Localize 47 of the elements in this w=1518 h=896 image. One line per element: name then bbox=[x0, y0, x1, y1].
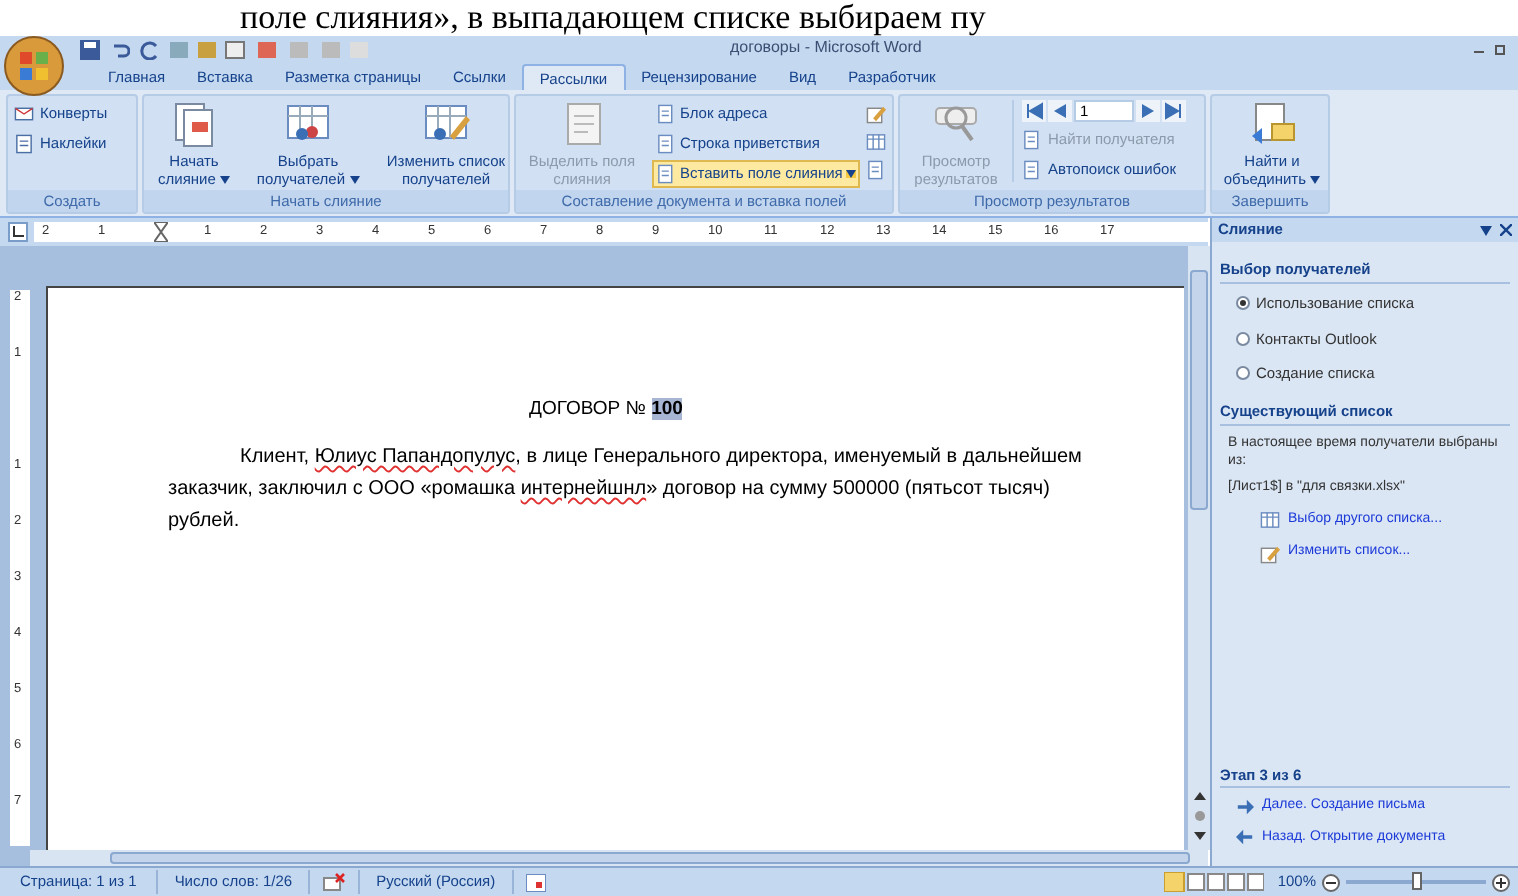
last-record-icon[interactable] bbox=[1162, 100, 1186, 122]
pane-menu-icon[interactable] bbox=[1480, 225, 1492, 235]
zoom-out-icon[interactable] bbox=[1322, 873, 1340, 891]
restore-icon[interactable] bbox=[1494, 42, 1508, 56]
caption-text: поле слияния», в выпадающем списке выбираем пу bbox=[240, 0, 986, 36]
envelope-icon bbox=[14, 104, 34, 124]
office-button[interactable] bbox=[4, 36, 64, 96]
document-small-icon bbox=[656, 134, 676, 154]
scrollbar-thumb[interactable] bbox=[1190, 270, 1208, 510]
view-buttons-icon[interactable] bbox=[1163, 872, 1264, 892]
office-logo-icon bbox=[18, 50, 50, 82]
vertical-scrollbar[interactable] bbox=[1188, 246, 1210, 850]
next-record-icon[interactable] bbox=[1136, 100, 1160, 122]
left-arrow-icon bbox=[1236, 828, 1254, 847]
scrollbar-thumb[interactable] bbox=[110, 852, 1190, 864]
radio-button[interactable] bbox=[1236, 331, 1250, 346]
zoom-in-icon[interactable] bbox=[1492, 873, 1510, 891]
undo-icon[interactable] bbox=[110, 40, 130, 60]
next-page-icon[interactable] bbox=[1193, 830, 1205, 842]
tab-selector-icon[interactable] bbox=[8, 222, 28, 242]
radio-button[interactable] bbox=[1236, 296, 1250, 311]
toolbar-icons-drawing[interactable] bbox=[170, 40, 370, 60]
label-sheet-icon bbox=[14, 134, 34, 154]
close-icon[interactable] bbox=[1500, 224, 1512, 236]
indent-marker-icon[interactable] bbox=[154, 222, 168, 242]
first-record-icon[interactable] bbox=[1022, 100, 1046, 122]
save-icon[interactable] bbox=[80, 40, 100, 60]
check-document-icon bbox=[1022, 159, 1042, 179]
document-paragraph: Клиент, Юлиус Папандопулус, в лице Генерального директора, именуемый в дальнейшем заказчик, заключил с ООО «ромашка интернейшнл» договор на сумму 500000 (пятьсот тысяч) рублей. bbox=[168, 444, 1084, 536]
radio-button[interactable] bbox=[1236, 365, 1250, 380]
macro-icon[interactable] bbox=[525, 873, 546, 891]
zoom-slider-thumb[interactable] bbox=[1412, 872, 1422, 890]
documents-icon bbox=[170, 100, 218, 148]
redo-icon[interactable] bbox=[140, 40, 160, 60]
previous-record-icon[interactable] bbox=[1048, 100, 1072, 122]
table-icon bbox=[1260, 510, 1280, 530]
right-arrow-icon bbox=[1236, 797, 1254, 816]
document-title: ДОГОВОР № bbox=[529, 398, 646, 420]
merge-field: 100 bbox=[651, 398, 683, 420]
document-envelope-icon bbox=[1248, 100, 1296, 148]
previous-page-icon[interactable] bbox=[1193, 790, 1205, 802]
pencil-icon bbox=[1260, 543, 1280, 563]
document-small-icon bbox=[656, 164, 676, 184]
window-title: договоры - Microsoft Word bbox=[730, 36, 922, 60]
proofing-icon[interactable] bbox=[322, 872, 347, 892]
document-small-icon bbox=[656, 104, 676, 124]
horizontal-scrollbar[interactable] bbox=[30, 850, 1208, 866]
